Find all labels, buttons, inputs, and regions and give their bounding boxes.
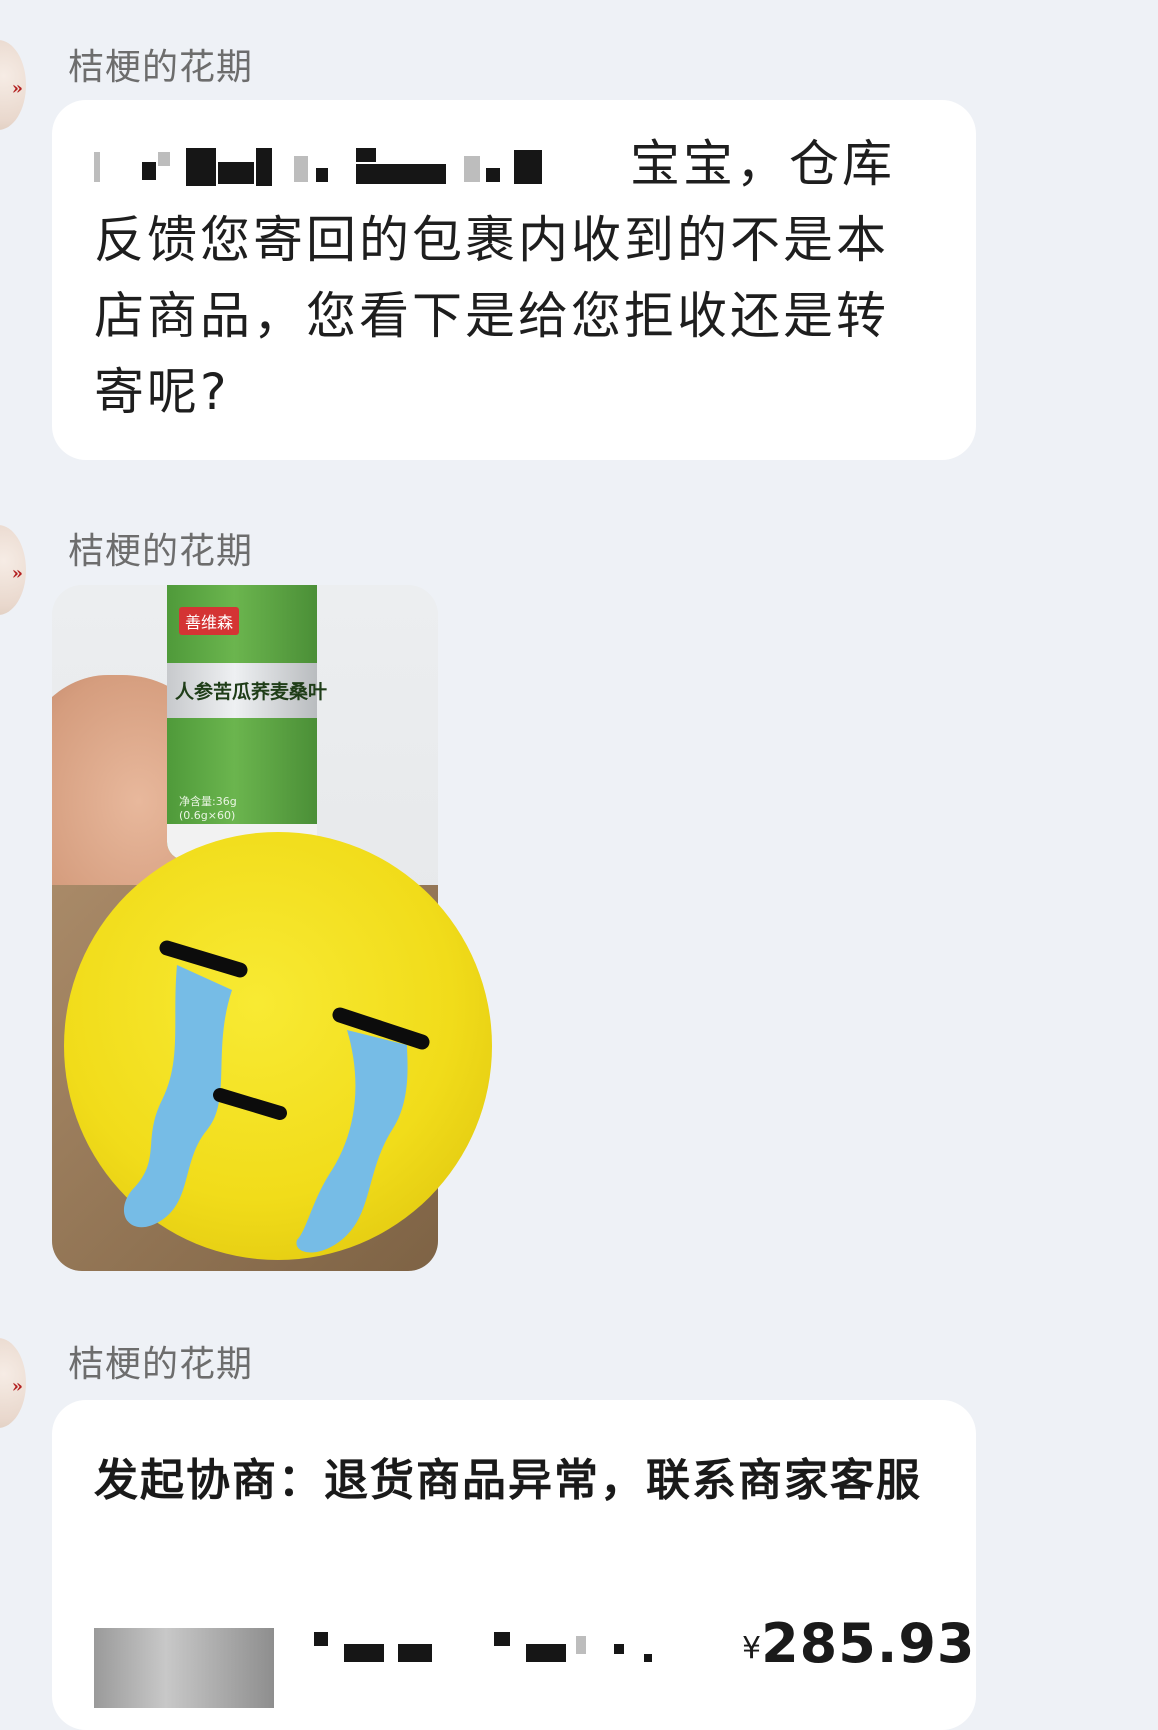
price-currency: ¥ (742, 1631, 762, 1666)
sender-name: 桔梗的花期 (68, 47, 254, 88)
avatar[interactable]: » (0, 525, 26, 615)
avatar[interactable]: » (0, 1338, 26, 1428)
product-bottle: 善维森 人参苦瓜荞麦桑叶 净含量:36g (0.6g×60) (167, 585, 327, 860)
crying-face-sticker (64, 832, 492, 1260)
message-text-container: 宝宝，仓库反馈您寄回的包裹内收到的不是本店商品，您看下是给您拒收还是转寄呢? (94, 126, 940, 430)
avatar-mark-icon: » (11, 563, 23, 584)
product-brand: 善维森 (179, 607, 240, 635)
avatar-mark-icon: » (11, 78, 23, 99)
sender-name: 桔梗的花期 (68, 1344, 254, 1385)
price: ¥285.93 (742, 1612, 975, 1675)
redacted-username (94, 147, 594, 188)
product-thumbnail[interactable] (94, 1628, 274, 1708)
avatar-mark-icon: » (11, 1376, 23, 1397)
sender-name: 桔梗的花期 (68, 531, 254, 572)
net-weight: 净含量:36g (0.6g×60) (179, 795, 237, 822)
negotiation-title: 发起协商：退货商品异常，联系商家客服 (94, 1455, 922, 1506)
avatar[interactable]: » (0, 40, 26, 130)
negotiation-card[interactable]: 发起协商：退货商品异常，联系商家客服 ¥285.93 (52, 1400, 976, 1730)
redacted-product-title (314, 1632, 694, 1672)
message-bubble[interactable]: 宝宝，仓库反馈您寄回的包裹内收到的不是本店商品，您看下是给您拒收还是转寄呢? (52, 100, 976, 460)
price-amount: 285.93 (761, 1612, 976, 1675)
product-name: 人参苦瓜荞麦桑叶 (175, 681, 328, 703)
